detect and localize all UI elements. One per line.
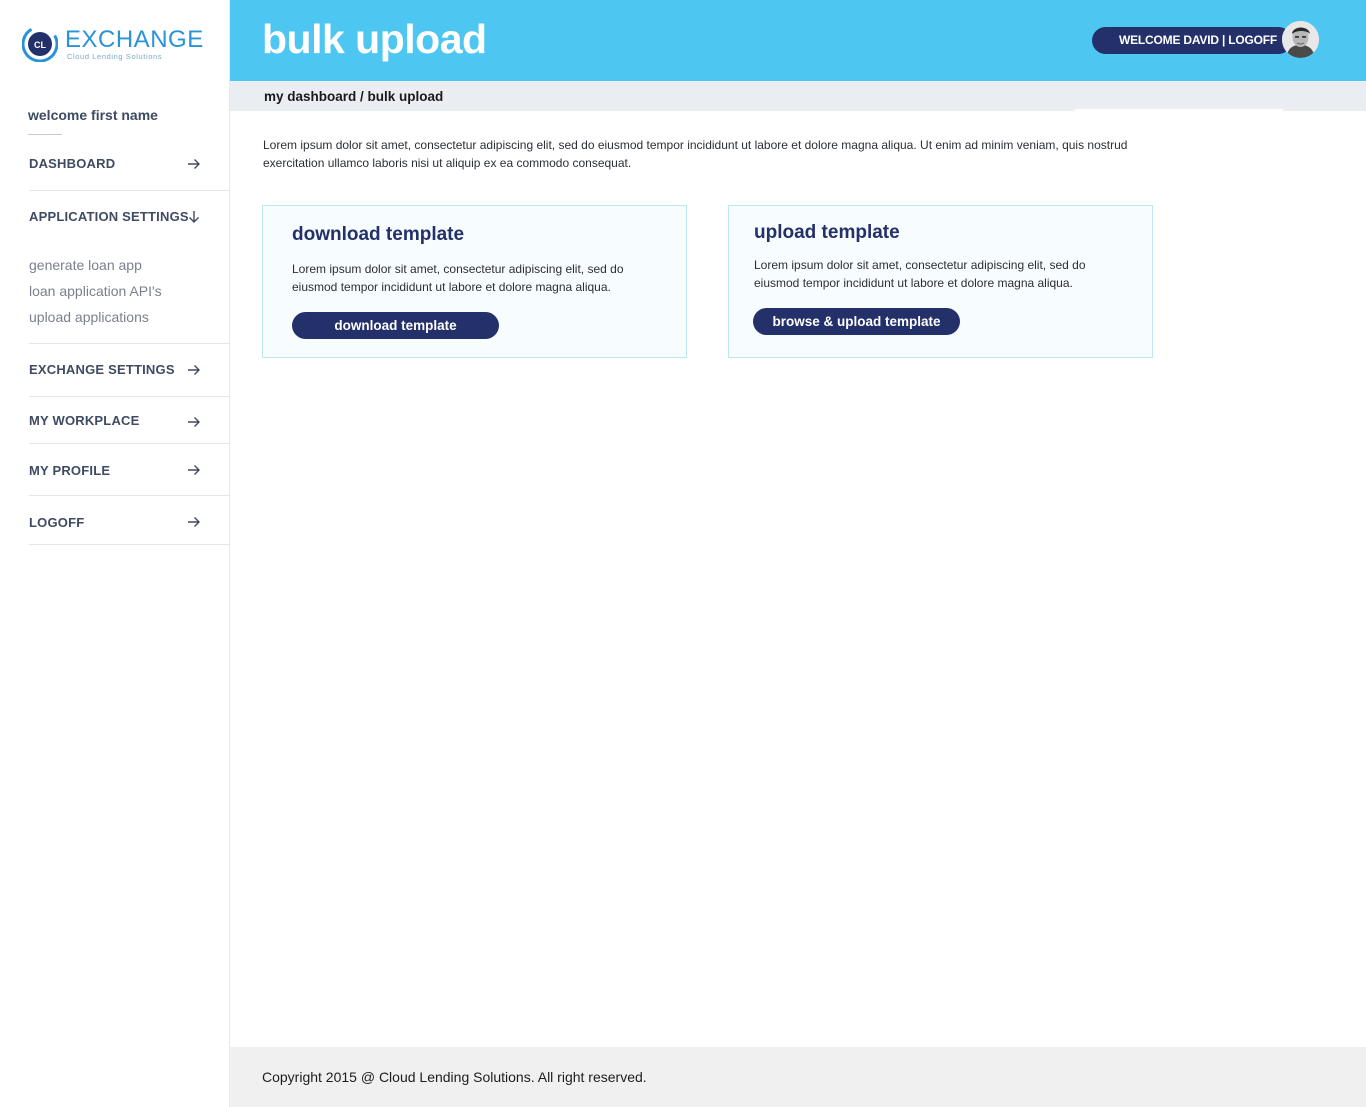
brand-logo[interactable]: CL EXCHANGE Cloud Lending Solutions xyxy=(22,24,212,64)
card-title: upload template xyxy=(754,222,900,243)
user-avatar-icon xyxy=(1282,21,1319,58)
nav-item-logoff[interactable]: LOGOFF xyxy=(29,511,229,551)
nav-item-label: MY WORKPLACE xyxy=(29,413,140,428)
breadcrumb[interactable]: my dashboard / bulk upload xyxy=(264,89,443,104)
welcome-divider xyxy=(28,134,62,135)
download-template-button[interactable]: download template xyxy=(292,312,499,339)
copyright-text: Copyright 2015 @ Cloud Lending Solutions… xyxy=(262,1069,647,1085)
arrow-right-icon xyxy=(188,159,200,169)
nav-item-label: DASHBOARD xyxy=(29,156,116,171)
sub-item-upload-applications[interactable]: upload applications xyxy=(29,309,149,325)
welcome-text: welcome first name xyxy=(28,107,158,123)
card-description: Lorem ipsum dolor sit amet, consectetur … xyxy=(292,262,624,294)
download-template-card: download template Lorem ipsum dolor sit … xyxy=(262,205,687,358)
nav-divider xyxy=(29,190,230,191)
cl-logo-icon: CL xyxy=(22,26,58,62)
user-logoff-button[interactable]: WELCOME DAVID | LOGOFF xyxy=(1092,27,1292,54)
logo-mark-text: CL xyxy=(34,40,46,50)
arrow-down-icon xyxy=(189,211,199,223)
brand-name: EXCHANGE xyxy=(65,26,204,53)
sub-item-loan-application-apis[interactable]: loan application API's xyxy=(29,283,162,299)
nav-item-my-profile[interactable]: MY PROFILE xyxy=(29,459,229,499)
nav-item-label: LOGOFF xyxy=(29,515,85,530)
nav-item-label: APPLICATION SETTINGS xyxy=(29,209,189,224)
sidebar: CL EXCHANGE Cloud Lending Solutions welc… xyxy=(0,0,230,1107)
arrow-right-icon xyxy=(188,417,200,427)
nav-divider xyxy=(29,495,230,496)
arrow-right-icon xyxy=(188,517,200,527)
breadcrumb-underline xyxy=(1075,109,1283,111)
top-header: bulk upload WELCOME DAVID | LOGOFF xyxy=(230,0,1366,81)
intro-text: Lorem ipsum dolor sit amet, consectetur … xyxy=(263,138,1128,170)
nav-item-label: MY PROFILE xyxy=(29,463,111,478)
footer: Copyright 2015 @ Cloud Lending Solutions… xyxy=(230,1047,1366,1107)
nav-item-dashboard[interactable]: DASHBOARD xyxy=(29,152,229,192)
nav-item-exchange-settings[interactable]: EXCHANGE SETTINGS xyxy=(29,358,229,398)
brand-tagline: Cloud Lending Solutions xyxy=(67,52,163,61)
user-greeting: WELCOME DAVID | LOGOFF xyxy=(1119,33,1278,47)
avatar[interactable] xyxy=(1282,21,1319,58)
browse-upload-template-button[interactable]: browse & upload template xyxy=(753,308,960,335)
nav-item-application-settings[interactable]: APPLICATION SETTINGS xyxy=(29,205,229,245)
card-title: download template xyxy=(292,224,465,245)
nav-divider xyxy=(29,396,230,397)
sub-item-generate-loan-app[interactable]: generate loan app xyxy=(29,257,142,273)
arrow-right-icon xyxy=(188,365,200,375)
page-title: bulk upload xyxy=(262,16,487,62)
nav-divider xyxy=(29,443,230,444)
breadcrumb-bar: my dashboard / bulk upload xyxy=(230,81,1366,111)
upload-template-card: upload template Lorem ipsum dolor sit am… xyxy=(728,205,1153,358)
arrow-right-icon xyxy=(188,465,200,475)
nav-divider xyxy=(29,544,230,545)
nav-divider xyxy=(29,343,230,344)
card-description: Lorem ipsum dolor sit amet, consectetur … xyxy=(754,258,1086,290)
nav-item-label: EXCHANGE SETTINGS xyxy=(29,362,175,377)
